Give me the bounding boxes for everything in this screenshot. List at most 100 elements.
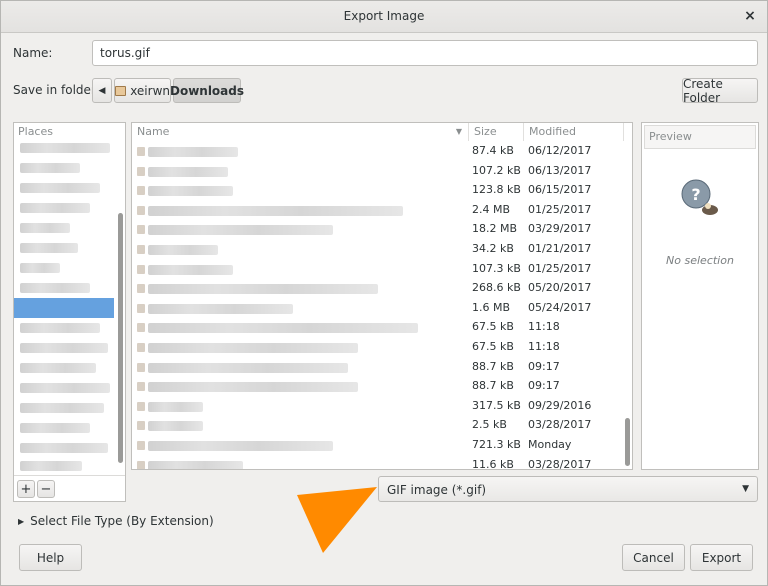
file-row[interactable]: 1.6 MB 05/24/2017 (132, 299, 622, 318)
file-icon (137, 362, 145, 372)
file-modified: 01/21/2017 (528, 242, 592, 255)
file-icon (137, 186, 145, 196)
file-icon (137, 343, 145, 352)
place-item[interactable] (20, 423, 90, 433)
cancel-button[interactable]: Cancel (622, 544, 685, 571)
file-row[interactable]: 721.3 kB Monday (132, 436, 622, 455)
file-size: 34.2 kB (472, 242, 514, 255)
file-name (148, 421, 203, 432)
file-row[interactable]: 67.5 kB 11:18 (132, 338, 622, 357)
file-name (148, 284, 378, 295)
file-row[interactable]: 11.6 kB 03/28/2017 (132, 456, 622, 470)
help-button[interactable]: Help (19, 544, 82, 571)
preview-panel: Preview ? No selection (641, 122, 759, 470)
file-row[interactable]: 87.4 kB 06/12/2017 (132, 142, 622, 161)
file-row[interactable]: 18.2 MB 03/29/2017 (132, 220, 622, 239)
file-name (148, 303, 293, 314)
file-size: 18.2 MB (472, 222, 518, 236)
file-type-filter-value: GIF image (*.gif) (387, 483, 487, 497)
file-row[interactable]: 317.5 kB 09/29/2016 (132, 397, 622, 416)
places-scrollbar[interactable] (118, 213, 123, 463)
place-item[interactable] (20, 223, 70, 233)
file-size: 11.6 kB (472, 457, 514, 470)
file-row[interactable]: 34.2 kB 01/21/2017 (132, 240, 622, 259)
place-item[interactable] (20, 383, 110, 393)
file-size: 107.3 kB (472, 261, 521, 275)
place-item[interactable] (20, 243, 78, 253)
file-name (148, 460, 243, 469)
column-header-size[interactable]: Size (469, 123, 524, 141)
dialog-title: Export Image (343, 9, 425, 23)
column-header-modified[interactable]: Modified (524, 123, 624, 141)
file-icon (137, 421, 145, 431)
add-place-button[interactable]: + (17, 480, 35, 498)
file-icon (137, 323, 145, 333)
file-type-filter-select[interactable]: GIF image (*.gif) ▼ (378, 476, 758, 502)
file-row[interactable]: 88.7 kB 09:17 (132, 358, 622, 377)
preview-empty-text: No selection (666, 254, 734, 267)
file-modified: 01/25/2017 (528, 202, 592, 216)
file-modified: 03/28/2017 (528, 418, 592, 432)
place-item[interactable] (20, 343, 108, 353)
place-item[interactable] (20, 443, 108, 453)
create-folder-button[interactable]: Create Folder (682, 77, 758, 105)
file-name (148, 323, 418, 334)
file-name (148, 166, 228, 177)
select-file-type-expander[interactable]: ▶ Select File Type (By Extension) (18, 514, 214, 528)
place-item-selected[interactable] (14, 298, 114, 318)
file-name (148, 343, 358, 353)
annotation-arrow-icon (297, 487, 377, 553)
place-item[interactable] (20, 183, 100, 193)
file-row[interactable]: 107.3 kB 01/25/2017 (132, 260, 622, 279)
file-icon (137, 264, 145, 274)
file-row[interactable]: 268.6 kB 05/20/2017 (132, 279, 622, 298)
file-row[interactable]: 2.5 kB 03/28/2017 (132, 416, 622, 435)
places-list[interactable] (14, 123, 125, 471)
file-row[interactable]: 123.8 kB 06/15/2017 (132, 181, 622, 200)
place-item[interactable] (20, 323, 100, 333)
place-item[interactable] (20, 163, 80, 173)
chevron-down-icon: ▼ (742, 484, 749, 494)
file-modified: 01/25/2017 (528, 261, 592, 275)
filename-input[interactable]: torus.gif (92, 40, 758, 66)
place-item[interactable] (20, 403, 104, 413)
path-back-button[interactable]: ◀ (92, 78, 112, 103)
places-sidebar: Places + − (13, 122, 126, 502)
place-item[interactable] (20, 283, 90, 293)
file-modified: 09:17 (528, 379, 560, 393)
column-header-name[interactable]: Name ▼ (132, 123, 469, 141)
file-name (148, 245, 218, 255)
file-row[interactable]: 2.4 MB 01/25/2017 (132, 201, 622, 220)
place-item[interactable] (20, 363, 96, 373)
select-file-type-label: Select File Type (By Extension) (30, 514, 214, 528)
file-row[interactable]: 67.5 kB 11:18 (132, 318, 622, 337)
export-image-dialog: Export Image × Name: torus.gif Save in f… (0, 0, 768, 586)
close-icon[interactable]: × (741, 7, 759, 25)
file-size: 67.5 kB (472, 340, 514, 353)
file-modified: 11:18 (528, 320, 560, 334)
place-item[interactable] (20, 263, 60, 273)
file-modified: 03/29/2017 (528, 222, 592, 236)
path-button-downloads[interactable]: Downloads (170, 78, 244, 103)
path-button-home[interactable]: xeirwn (114, 78, 171, 103)
file-list-scrollbar[interactable] (625, 418, 630, 466)
place-item[interactable] (20, 461, 82, 471)
file-modified: 05/24/2017 (528, 300, 592, 314)
file-row[interactable]: 88.7 kB 09:17 (132, 377, 622, 396)
remove-place-button[interactable]: − (37, 480, 55, 498)
file-name (148, 401, 203, 412)
file-icon (137, 245, 145, 254)
place-item[interactable] (20, 143, 110, 153)
gimp-help-icon: ? (680, 178, 720, 218)
export-button[interactable]: Export (690, 544, 753, 571)
file-row[interactable]: 107.2 kB 06/13/2017 (132, 162, 622, 181)
expander-arrow-icon: ▶ (18, 516, 25, 526)
file-name (148, 147, 238, 157)
file-modified: 05/20/2017 (528, 281, 592, 295)
file-modified: 09/29/2016 (528, 398, 592, 412)
file-icon (137, 166, 145, 176)
file-modified: 06/12/2017 (528, 144, 592, 157)
place-item[interactable] (20, 203, 90, 213)
plus-icon: + (20, 481, 32, 497)
file-modified: 11:18 (528, 340, 560, 353)
